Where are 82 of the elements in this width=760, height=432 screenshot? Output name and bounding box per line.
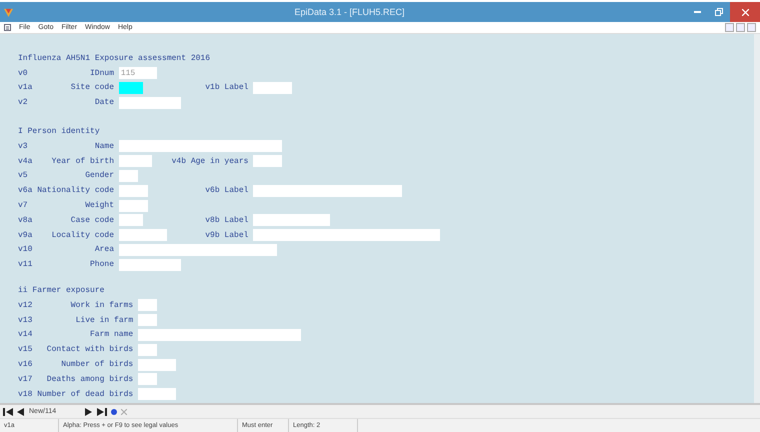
input-field[interactable] <box>253 155 282 168</box>
input-field[interactable] <box>118 184 148 197</box>
input-field[interactable] <box>118 170 138 182</box>
field-label: IDnum <box>90 68 114 78</box>
variable-name: v18 <box>18 390 32 399</box>
field-label: Locality code <box>52 230 114 240</box>
app-icon <box>4 8 13 16</box>
input-field[interactable] <box>118 96 182 109</box>
variable-name: v7 <box>18 201 28 210</box>
input-field[interactable] <box>138 328 302 341</box>
variable-name: v8a <box>18 216 32 225</box>
field-label: v1b Label <box>205 83 250 92</box>
field-label: Nationality code <box>37 186 114 196</box>
input-field[interactable] <box>138 299 158 312</box>
field-label: v8b Label <box>205 216 250 225</box>
input-field[interactable] <box>253 82 292 94</box>
field-label: Gender <box>85 171 114 180</box>
input-field[interactable] <box>138 344 158 356</box>
delete-icon[interactable] <box>121 408 127 414</box>
input-field[interactable] <box>118 229 167 242</box>
input-field[interactable] <box>138 358 176 371</box>
close-icon[interactable] <box>747 23 756 32</box>
field-label: Site code <box>70 83 114 92</box>
section-title: ii Farmer exposure <box>18 286 104 296</box>
input-field[interactable] <box>118 140 282 152</box>
variable-name: v0 <box>18 68 28 78</box>
variable-name: v9a <box>18 230 32 240</box>
field-label: Number of dead birds <box>37 390 134 399</box>
field-label: Phone <box>90 260 114 270</box>
variable-name: v15 <box>18 345 32 354</box>
variable-name: v5 <box>18 171 28 180</box>
field-label: v6b Label <box>205 186 250 196</box>
variable-name: v10 <box>18 245 32 254</box>
document-icon <box>4 24 11 31</box>
next-record-icon[interactable] <box>85 408 93 416</box>
input-field[interactable] <box>118 82 143 94</box>
variable-name: v13 <box>18 316 32 325</box>
field-label: Date <box>94 98 114 108</box>
variable-name: v16 <box>18 360 32 370</box>
input-field[interactable] <box>253 214 330 226</box>
input-field[interactable] <box>253 229 440 242</box>
field-label: Area <box>94 245 114 254</box>
last-record-icon[interactable] <box>97 408 107 416</box>
field-label: Name <box>94 142 114 151</box>
minimize-icon[interactable] <box>725 23 734 32</box>
field-label: Work in farms <box>70 300 134 310</box>
variable-name: v12 <box>18 300 32 310</box>
variable-name: v4a <box>18 156 32 166</box>
field-label: Year of birth <box>52 156 114 166</box>
variable-name: v2 <box>18 98 28 108</box>
variable-name: v3 <box>18 142 28 151</box>
field-label: v9b Label <box>205 230 250 240</box>
input-field[interactable] <box>118 155 152 168</box>
field-label: Deaths among birds <box>46 374 134 384</box>
input-field[interactable] <box>253 184 402 197</box>
variable-name: v1a <box>18 83 32 92</box>
field-label: Number of birds <box>61 360 134 370</box>
input-field[interactable] <box>118 258 182 271</box>
variable-name: v11 <box>18 260 32 270</box>
input-field[interactable] <box>118 244 278 256</box>
field-label: Farm name <box>90 330 134 340</box>
close-icon[interactable] <box>730 2 760 22</box>
restore-icon[interactable] <box>736 23 745 32</box>
variable-name: v17 <box>18 374 32 384</box>
variable-name: v14 <box>18 330 32 340</box>
field-label: Case code <box>70 216 114 225</box>
input-field[interactable] <box>138 388 176 400</box>
field-label: Contact with birds <box>46 345 134 354</box>
input-field[interactable] <box>118 214 143 226</box>
window-title: EpiData 3.1 - [FLUH5.REC] <box>293 7 406 17</box>
form-title: Influenza AH5N1 Exposure assessment 2016 <box>18 54 210 63</box>
section-title: I Person identity <box>18 127 100 136</box>
input-field[interactable] <box>118 200 148 212</box>
first-record-icon[interactable] <box>3 408 13 416</box>
previous-record-icon[interactable] <box>17 408 25 416</box>
field-label: Live in farm <box>76 316 134 325</box>
input-field[interactable] <box>138 373 158 386</box>
field-label: Weight <box>85 201 114 210</box>
new-record-icon[interactable] <box>111 408 117 414</box>
input-field[interactable] <box>138 314 158 326</box>
field-label: v4b Age in years <box>172 156 250 166</box>
variable-name: v6a <box>18 186 32 196</box>
